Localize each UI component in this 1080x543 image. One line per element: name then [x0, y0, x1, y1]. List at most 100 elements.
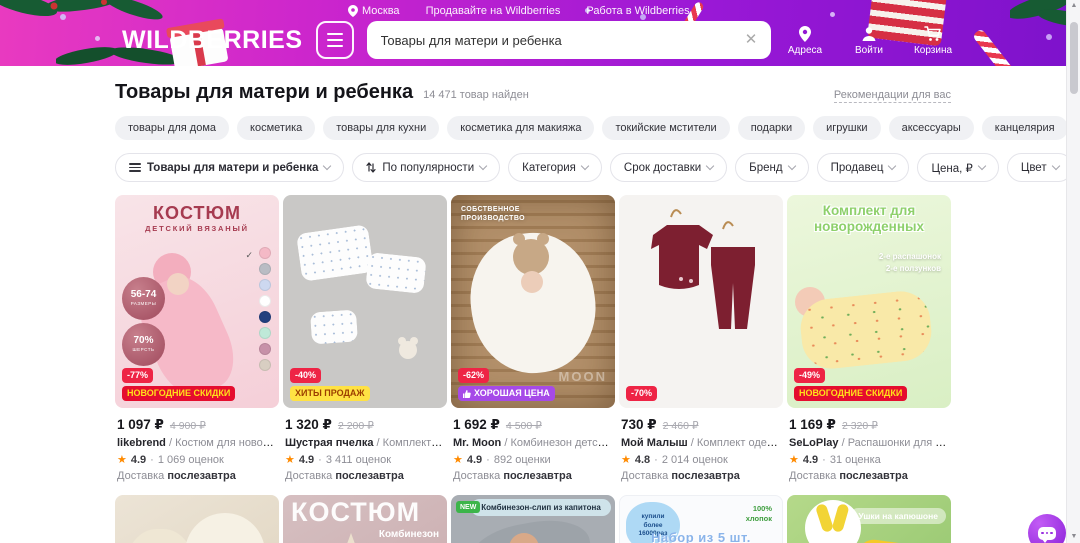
cart-button[interactable]: Корзина — [912, 25, 954, 56]
filter-category[interactable]: Категория — [508, 153, 602, 182]
product-image[interactable] — [115, 495, 279, 543]
chevron-down-icon — [978, 162, 986, 170]
chip-accessories[interactable]: аксессуары — [889, 116, 974, 140]
chip-toys[interactable]: игрушки — [813, 116, 880, 140]
product-card[interactable]: купили более 16000раз 100% хлопок Набор … — [619, 495, 783, 543]
page-scrollbar[interactable]: ▲ ▼ — [1066, 0, 1080, 543]
category-selector[interactable]: Товары для матери и ребенка — [115, 153, 344, 182]
product-image[interactable]: Собственное производство MOON -62% ХОРОШ… — [451, 195, 615, 408]
product-card[interactable]: Ушки на капюшоне — [787, 495, 951, 543]
candy-cane-decoration — [972, 28, 1016, 66]
chip-stationery[interactable]: канцелярия — [982, 116, 1068, 140]
chip-kitchen[interactable]: товары для кухни — [323, 116, 439, 140]
product-card[interactable]: -40% ХИТЫ ПРОДАЖ 1 320 ₽2 200 ₽ Шустрая … — [283, 195, 447, 482]
sort-arrows-icon — [366, 162, 376, 173]
product-card[interactable] — [115, 495, 279, 543]
product-price: 1 692 ₽ — [453, 417, 500, 433]
thumbs-up-icon — [463, 390, 471, 398]
product-old-price: 2 460 ₽ — [663, 420, 699, 432]
chip-gifts[interactable]: подарки — [738, 116, 805, 140]
image-text: 100% хлопок — [746, 504, 772, 524]
sell-on-wildberries-link[interactable]: Продавайте на Wildberries — [426, 5, 561, 17]
delivery-info: Доставка послезавтра — [453, 470, 613, 482]
promo-badge: ХОРОШАЯ ЦЕНА — [458, 386, 555, 401]
product-card[interactable]: -70% 730 ₽2 460 ₽ Мой Малыш / Комплект о… — [619, 195, 783, 482]
product-name[interactable]: Mr. Moon / Комбинезон детский с начес... — [453, 437, 613, 449]
image-text: Комбинезон-слип из капитона — [471, 499, 611, 516]
image-text: КОСТЮМ — [291, 497, 420, 528]
login-label: Войти — [855, 45, 883, 56]
size-badge: 56-74РАЗМЕРЫ — [122, 277, 165, 320]
product-image[interactable]: Ушки на капюшоне — [787, 495, 951, 543]
discount-badge: -49% — [794, 368, 825, 383]
chip-home-goods[interactable]: товары для дома — [115, 116, 229, 140]
star-icon: ★ — [117, 453, 127, 466]
scroll-up-arrow[interactable]: ▲ — [1067, 0, 1080, 12]
product-image[interactable]: КОСТЮМ ДЕТСКИЙ ВЯЗАНЫЙ ✓ — [115, 195, 279, 408]
image-text: Ушки на капюшоне — [850, 508, 946, 524]
chat-bubble-icon — [1038, 527, 1056, 540]
chip-makeup[interactable]: косметика для макияжа — [447, 116, 594, 140]
product-image[interactable]: Комплект для новорожденных 2-е распашоно… — [787, 195, 951, 408]
image-text: Комбинезон + шапочка — [379, 527, 439, 543]
scrollbar-thumb[interactable] — [1070, 22, 1078, 94]
color-swatches[interactable] — [259, 247, 271, 371]
discount-badge: -77% — [122, 368, 153, 383]
product-image[interactable]: -70% — [619, 195, 783, 408]
search-clear-icon[interactable]: ✕ — [741, 30, 761, 50]
location-pin-icon — [348, 5, 358, 17]
review-count: 892 оценки — [494, 454, 551, 466]
chip-cosmetics[interactable]: косметика — [237, 116, 315, 140]
header-nav: Адреса Войти Корзина — [784, 25, 958, 56]
star-icon: ★ — [285, 453, 295, 466]
image-text: Набор из 5 шт. — [620, 530, 782, 543]
product-image[interactable]: купили более 16000раз 100% хлопок Набор … — [619, 495, 783, 543]
product-card[interactable]: Комплект для новорожденных 2-е распашоно… — [787, 195, 951, 482]
cart-label: Корзина — [914, 45, 952, 56]
discount-badge: -40% — [290, 368, 321, 383]
product-rating: 4.9 — [299, 454, 314, 466]
promo-badge: ХИТЫ ПРОДАЖ — [290, 386, 370, 401]
product-name[interactable]: Мой Малыш / Комплект одежды для нов... — [621, 437, 781, 449]
product-card[interactable]: Комбинезон-слип из капитона NEW — [451, 495, 615, 543]
product-name[interactable]: Шустрая пчелка / Комплект для новоро... — [285, 437, 445, 449]
location-pin-icon — [796, 25, 814, 43]
login-button[interactable]: Войти — [848, 25, 890, 56]
product-card[interactable]: Собственное производство MOON -62% ХОРОШ… — [451, 195, 615, 482]
catalog-menu-button[interactable] — [316, 21, 354, 59]
product-rating: 4.9 — [467, 454, 482, 466]
recommendations-link[interactable]: Рекомендации для вас — [834, 89, 951, 103]
chevron-down-icon — [323, 162, 331, 170]
product-image[interactable]: -40% ХИТЫ ПРОДАЖ — [283, 195, 447, 408]
product-grid-row-1: КОСТЮМ ДЕТСКИЙ ВЯЗАНЫЙ ✓ — [115, 195, 951, 482]
page-title: Товары для матери и ребенка — [115, 81, 413, 104]
search-input[interactable] — [367, 21, 772, 59]
filter-delivery-time[interactable]: Срок доставки — [610, 153, 727, 182]
product-name[interactable]: likebrend / Костюм для новорожденных ... — [117, 437, 277, 449]
product-card[interactable]: КОСТЮМ ДЕТСКИЙ ВЯЗАНЫЙ ✓ — [115, 195, 279, 482]
header-main: WILDBERRIES ✕ Адреса Войти Корз — [122, 21, 958, 59]
sort-dropdown[interactable]: По популярности — [352, 153, 500, 182]
chip-tokyo[interactable]: токийские мстители — [602, 116, 729, 140]
product-name[interactable]: SeLoPlay / Распашонки для новорожден... — [789, 437, 949, 449]
title-row: Товары для матери и ребенка 14 471 товар… — [115, 81, 951, 104]
product-card[interactable]: КОСТЮМ Комбинезон + шапочка — [283, 495, 447, 543]
product-image[interactable]: КОСТЮМ Комбинезон + шапочка — [283, 495, 447, 543]
related-queries: товары для дома косметика товары для кух… — [115, 116, 951, 140]
filter-color[interactable]: Цвет — [1007, 153, 1073, 182]
jobs-link[interactable]: Работа в Wildberries — [586, 5, 689, 17]
filter-price[interactable]: Цена, ₽ — [917, 153, 998, 182]
discount-badge: -62% — [458, 368, 489, 383]
addresses-button[interactable]: Адреса — [784, 25, 826, 56]
bauble-decoration — [95, 36, 100, 41]
wildberries-logo[interactable]: WILDBERRIES — [122, 26, 303, 55]
product-rating: 4.9 — [803, 454, 818, 466]
chevron-down-icon — [479, 162, 487, 170]
filter-brand[interactable]: Бренд — [735, 153, 808, 182]
chevron-down-icon — [581, 162, 589, 170]
filter-seller[interactable]: Продавец — [817, 153, 910, 182]
product-image[interactable]: Комбинезон-слип из капитона NEW — [451, 495, 615, 543]
scroll-down-arrow[interactable]: ▼ — [1067, 531, 1080, 543]
image-text: ДЕТСКИЙ ВЯЗАНЫЙ — [115, 224, 279, 233]
city-selector[interactable]: Москва — [348, 5, 400, 17]
